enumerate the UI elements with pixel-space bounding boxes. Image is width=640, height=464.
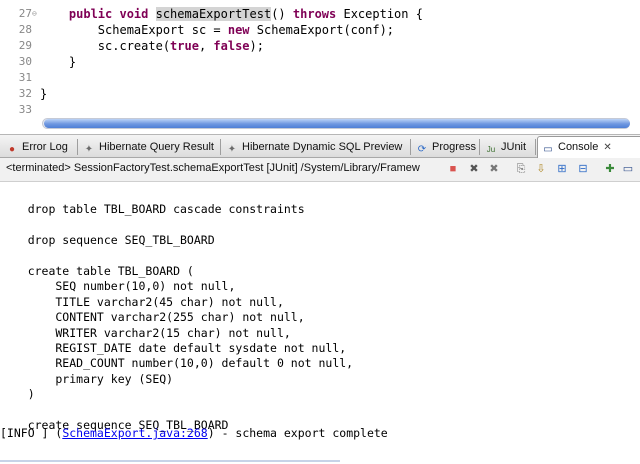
fold-toggle-icon[interactable] (32, 70, 40, 86)
console-status-bar: <terminated> SessionFactoryTest.schemaEx… (0, 158, 640, 182)
line-number: 28 (18, 23, 32, 36)
line-number: 27 (18, 7, 32, 20)
console-line: WRITER varchar2(15 char) not null, (0, 325, 291, 340)
fold-toggle-icon[interactable] (32, 38, 40, 54)
tab-separator (479, 139, 480, 155)
code-line[interactable]: } (40, 86, 47, 102)
view-tab-bar: ● Error Log ✦ Hibernate Query Result ✦ Hibern… (0, 134, 640, 159)
tab-label: Hibernate Dynamic SQL Preview (242, 141, 403, 153)
fold-toggle-icon[interactable]: ⊖ (32, 6, 40, 22)
line-number: 31 (18, 71, 32, 84)
keyword-token: new (227, 23, 257, 37)
horizontal-scrollbar[interactable] (32, 116, 632, 130)
pin-console-icon[interactable]: ⊞ (555, 162, 569, 176)
tab-separator (535, 139, 536, 155)
code-token: } (40, 55, 77, 69)
console-line: drop sequence SEQ_TBL_BOARD (0, 233, 215, 248)
info-suffix: ) - schema export complete (207, 426, 388, 440)
tab-label: Hibernate Query Result (99, 141, 214, 153)
source-link[interactable]: SchemaExport.java:268 (62, 426, 207, 440)
fold-toggle-icon[interactable] (32, 22, 40, 38)
code-token: } (40, 87, 48, 101)
code-line[interactable]: SchemaExport sc = new SchemaExport(conf)… (40, 22, 394, 38)
code-line[interactable]: } (40, 54, 76, 70)
keyword-token: throws (292, 7, 344, 21)
code-token: SchemaExport sc = (40, 23, 228, 37)
code-token: , (198, 39, 214, 53)
display-selected-console-icon[interactable]: ⊟ (576, 162, 590, 176)
scrollbar-thumb[interactable] (44, 119, 630, 128)
code-token: () (271, 7, 293, 21)
code-editor[interactable]: 27 ⊖ public void schemaExportTest() throw… (0, 0, 640, 116)
keyword-token: true (170, 39, 199, 53)
code-line[interactable]: public void schemaExportTest() throws Ex… (40, 6, 423, 22)
code-token: Exception { (343, 7, 423, 21)
tab-console[interactable]: ▭ Console ✕ (537, 136, 640, 159)
console-icon: ▭ (543, 144, 553, 155)
keyword-token: false (213, 39, 250, 53)
console-line: create table TBL_BOARD ( (0, 264, 194, 278)
hibernate-icon: ✦ (227, 144, 237, 155)
hibernate-icon: ✦ (84, 144, 94, 155)
console-line: primary key (SEQ) (0, 371, 174, 386)
bottom-scroll-edge (0, 460, 340, 462)
tab-label: Error Log (22, 141, 68, 153)
tab-hibernate-query-result[interactable]: ✦ Hibernate Query Result (79, 137, 223, 157)
console-line: REGIST_DATE date default sysdate not nul… (0, 341, 347, 355)
remove-launch-icon[interactable]: ✖ (467, 162, 481, 176)
tab-separator (410, 139, 411, 155)
tab-label: Progress (432, 141, 477, 153)
tab-separator (77, 139, 78, 155)
console-line: SEQ number(10,0) not null, (0, 279, 236, 294)
remove-all-terminated-icon[interactable]: ✖ (487, 162, 501, 176)
console-info-line: [INFO ] (SchemaExport.java:268) - schema… (0, 426, 388, 441)
tab-hibernate-dynamic-sql-preview[interactable]: ✦ Hibernate Dynamic SQL Preview (222, 137, 413, 157)
error-log-icon: ● (8, 144, 16, 155)
console-line: ) (0, 387, 35, 402)
view-menu-icon[interactable]: ▭ (621, 162, 635, 176)
code-token: sc.create( (40, 39, 171, 53)
line-number: 32 (18, 87, 32, 100)
clear-console-icon[interactable]: ⎘ (514, 162, 528, 176)
tab-label: JUnit (501, 141, 527, 153)
line-number: 29 (18, 39, 32, 52)
info-prefix: [INFO ] ( (0, 426, 63, 440)
tab-separator (220, 139, 221, 155)
close-tab-icon[interactable]: ✕ (603, 142, 611, 153)
progress-icon: ⟳ (417, 144, 427, 155)
open-console-icon[interactable]: ✚ (603, 162, 617, 176)
console-output[interactable]: drop table TBL_BOARD cascade constraints… (0, 182, 640, 464)
launch-status-text: <terminated> SessionFactoryTest.schemaEx… (6, 162, 420, 174)
tab-progress[interactable]: ⟳ Progress (412, 137, 483, 157)
scroll-lock-icon[interactable]: ⇩ (534, 162, 548, 176)
fold-toggle-icon[interactable] (32, 54, 40, 70)
terminate-icon[interactable]: ■ (446, 162, 460, 176)
tab-junit[interactable]: Ju JUnit (481, 137, 539, 157)
console-line: drop table TBL_BOARD cascade constraints (0, 202, 305, 217)
code-line[interactable]: sc.create(true, false); (40, 38, 264, 54)
fold-toggle-icon[interactable] (32, 86, 40, 102)
tab-error-log[interactable]: ● Error Log (2, 137, 80, 157)
tab-label: Console (558, 141, 599, 153)
line-number: 33 (18, 103, 32, 116)
console-line: TITLE varchar2(45 char) not null, (0, 294, 284, 309)
console-line: CONTENT varchar2(255 char) not null, (0, 310, 305, 325)
code-token: schemaExportTest (155, 7, 272, 21)
console-line: READ_COUNT number(10,0) default 0 not nu… (0, 356, 354, 371)
keyword-token: public void (68, 7, 156, 21)
code-token: SchemaExport(conf); (256, 23, 395, 37)
junit-icon: Ju (486, 145, 496, 154)
code-token: ); (249, 39, 264, 53)
line-number: 30 (18, 55, 32, 68)
